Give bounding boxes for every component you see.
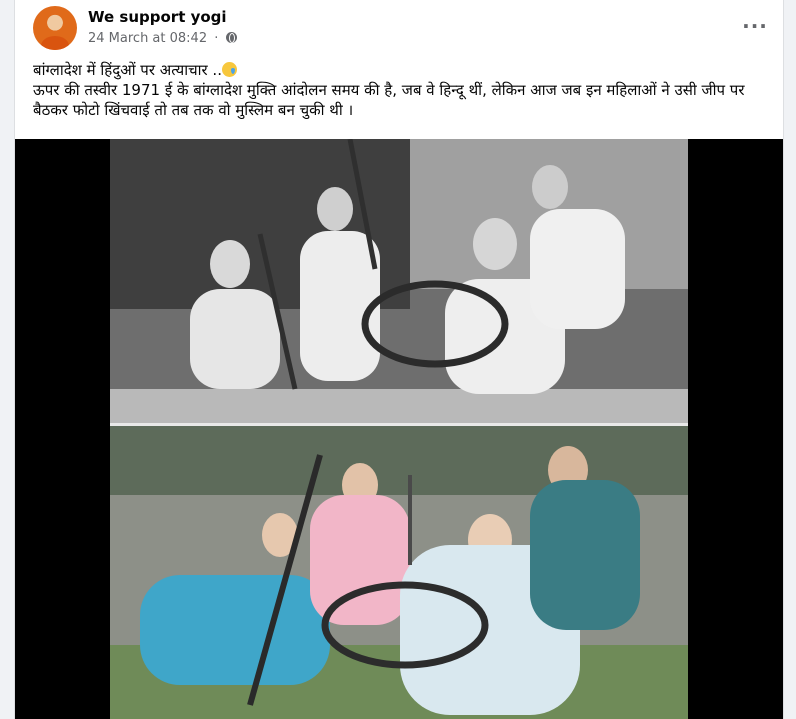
post-header: We support yogi 24 March at 08:42 · ··· (33, 6, 773, 52)
timestamp-link[interactable]: 24 March at 08:42 (88, 31, 207, 46)
post-text-line-2: ऊपर की तस्वीर 1971 ई के बांग्लादेश मुक्त… (33, 81, 745, 119)
globe-icon[interactable] (225, 32, 237, 43)
post-meta: 24 March at 08:42 · (88, 31, 237, 46)
post-media[interactable] (15, 139, 783, 719)
photo-top-illustration (110, 139, 688, 425)
photo-divider (110, 423, 688, 426)
meta-separator: · (214, 31, 219, 46)
post-text-headline: बांग्लादेश में हिंदुओं पर अत्याचार .. (33, 61, 222, 79)
page-name-link[interactable]: We support yogi (88, 8, 227, 26)
crying-face-emoji-icon (221, 62, 237, 77)
photo-bottom-illustration (110, 425, 688, 719)
photo-top-1971[interactable] (110, 139, 688, 425)
ellipsis-icon[interactable]: ··· (737, 10, 773, 46)
post-text: बांग्लादेश में हिंदुओं पर अत्याचार .. ऊप… (33, 60, 768, 120)
post-text-line-1: बांग्लादेश में हिंदुओं पर अत्याचार .. (33, 60, 768, 80)
photo-bottom-present[interactable] (110, 425, 688, 719)
avatar[interactable] (33, 6, 77, 50)
post-card: We support yogi 24 March at 08:42 · ··· … (14, 0, 784, 719)
